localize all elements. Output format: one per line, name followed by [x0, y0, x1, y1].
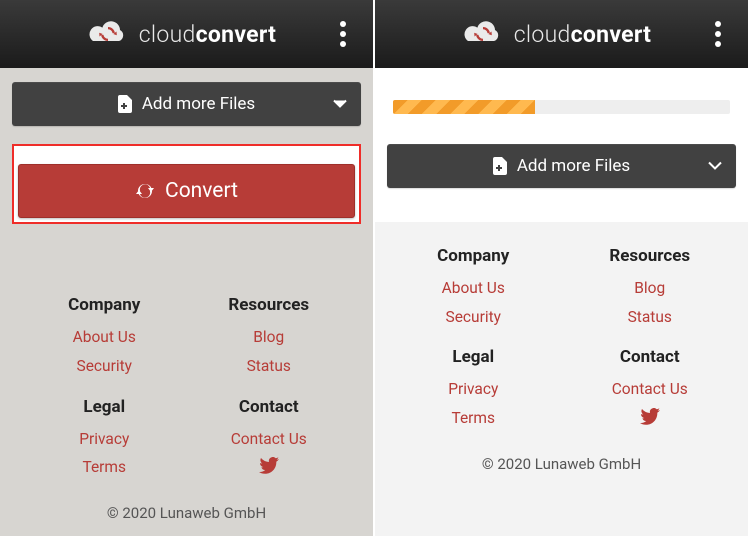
footer-col-resources: Resources Blog Status	[187, 295, 352, 380]
footer-link-status[interactable]: Status	[562, 303, 739, 332]
brand-logo[interactable]: cloudconvert	[409, 19, 704, 49]
footer-heading: Legal	[385, 347, 562, 367]
footer-col-contact: Contact Contact Us	[562, 347, 739, 432]
screen-right: cloudconvert Add more Files Company	[375, 0, 750, 536]
footer-col-legal: Legal Privacy Terms	[22, 397, 187, 482]
menu-button[interactable]	[704, 21, 732, 47]
twitter-icon[interactable]	[259, 457, 279, 474]
footer-link-security[interactable]: Security	[385, 303, 562, 332]
screen-left: cloudconvert Add more Files Convert	[0, 0, 375, 536]
chevron-down-icon	[333, 100, 347, 109]
footer-col-legal: Legal Privacy Terms	[385, 347, 562, 432]
brand-logo[interactable]: cloudconvert	[34, 19, 329, 49]
convert-highlight: Convert	[12, 144, 361, 224]
refresh-icon	[135, 181, 155, 201]
footer-heading: Legal	[22, 397, 187, 417]
footer-link-terms[interactable]: Terms	[22, 453, 187, 482]
footer-link-contact[interactable]: Contact Us	[187, 425, 352, 454]
brand-text: cloudconvert	[139, 21, 277, 48]
add-files-button[interactable]: Add more Files	[387, 144, 736, 188]
footer-heading: Company	[385, 246, 562, 266]
footer-col-contact: Contact Contact Us	[187, 397, 352, 482]
footer-col-resources: Resources Blog Status	[562, 246, 739, 331]
footer-col-company: Company About Us Security	[22, 295, 187, 380]
app-header: cloudconvert	[0, 0, 373, 68]
file-plus-icon	[493, 157, 507, 175]
add-files-button[interactable]: Add more Files	[12, 82, 361, 126]
footer-heading: Resources	[562, 246, 739, 266]
footer-heading: Contact	[187, 397, 352, 417]
brand-text-bold: convert	[571, 21, 652, 48]
footer-heading: Resources	[187, 295, 352, 315]
cloud-logo-icon	[462, 19, 504, 49]
file-plus-icon	[118, 95, 132, 113]
copyright: © 2020 Lunaweb GmbH	[22, 504, 351, 522]
twitter-icon[interactable]	[640, 408, 660, 425]
add-files-label: Add more Files	[142, 94, 255, 114]
progress-bar	[393, 100, 730, 114]
progress-fill	[393, 100, 535, 114]
footer: Company About Us Security Resources Blog…	[12, 271, 361, 536]
footer-link-status[interactable]: Status	[187, 352, 352, 381]
chevron-down-icon	[708, 162, 722, 171]
app-header: cloudconvert	[375, 0, 748, 68]
convert-button[interactable]: Convert	[18, 164, 355, 218]
copyright: © 2020 Lunaweb GmbH	[385, 455, 738, 473]
footer-link-privacy[interactable]: Privacy	[385, 375, 562, 404]
footer-heading: Company	[22, 295, 187, 315]
main-area: Add more Files Company About Us Security…	[375, 68, 748, 536]
menu-button[interactable]	[329, 21, 357, 47]
footer-link-privacy[interactable]: Privacy	[22, 425, 187, 454]
footer-link-blog[interactable]: Blog	[562, 274, 739, 303]
add-files-label: Add more Files	[517, 156, 630, 176]
brand-text: cloudconvert	[514, 21, 652, 48]
footer-col-company: Company About Us Security	[385, 246, 562, 331]
footer-link-about[interactable]: About Us	[385, 274, 562, 303]
brand-text-bold: convert	[196, 21, 277, 48]
footer: Company About Us Security Resources Blog…	[375, 222, 748, 536]
main-area: Add more Files Convert Company About Us …	[0, 68, 373, 536]
footer-link-about[interactable]: About Us	[22, 323, 187, 352]
footer-link-contact[interactable]: Contact Us	[562, 375, 739, 404]
footer-link-terms[interactable]: Terms	[385, 404, 562, 433]
convert-label: Convert	[165, 179, 238, 203]
footer-heading: Contact	[562, 347, 739, 367]
footer-link-security[interactable]: Security	[22, 352, 187, 381]
brand-text-light: cloud	[514, 21, 571, 48]
cloud-logo-icon	[87, 19, 129, 49]
footer-link-blog[interactable]: Blog	[187, 323, 352, 352]
brand-text-light: cloud	[139, 21, 196, 48]
